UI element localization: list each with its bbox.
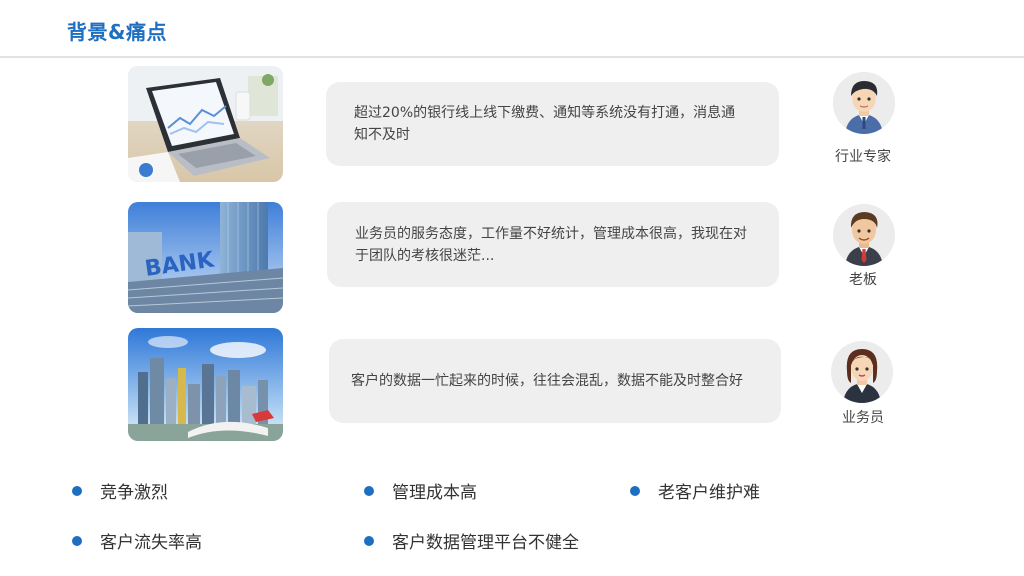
role-label-expert: 行业专家 <box>835 149 891 165</box>
page-title: 背景&痛点 <box>67 20 167 44</box>
keyword-label: 客户流失率高 <box>100 533 202 553</box>
boss-avatar <box>833 204 895 266</box>
statement-bubble-boss: 业务员的服务态度，工作量不好统计，管理成本很高，我现在对于团队的考核很迷茫... <box>327 202 779 287</box>
role-label-salesperson: 业务员 <box>842 410 884 426</box>
keyword-item: 客户流失率高 <box>72 528 202 553</box>
bullet-dot-icon <box>72 535 82 546</box>
keyword-label: 客户数据管理平台不健全 <box>392 533 579 553</box>
statement-text-expert: 超过20%的银行线上线下缴费、通知等系统没有打通，消息通知不及时 <box>354 105 736 143</box>
keyword-item: 客户数据管理平台不健全 <box>364 528 579 553</box>
bullet-dot-icon <box>72 485 82 496</box>
expert-avatar <box>833 72 895 134</box>
salesperson-avatar <box>831 341 893 403</box>
role-label-boss: 老板 <box>849 272 877 288</box>
keyword-label: 老客户维护难 <box>658 483 760 503</box>
keyword-label: 管理成本高 <box>392 483 477 503</box>
bullet-dot-icon <box>364 485 374 496</box>
keyword-label: 竞争激烈 <box>100 483 168 503</box>
laptop-photo <box>128 66 283 182</box>
bank-building-photo: BANK <box>128 202 283 313</box>
keyword-item: 管理成本高 <box>364 478 477 503</box>
bullet-dot-icon <box>630 485 640 496</box>
title-divider <box>0 56 1024 58</box>
statement-bubble-salesperson: 客户的数据一忙起来的时候，往往会混乱，数据不能及时整合好 <box>329 339 781 423</box>
bullet-dot-icon <box>364 535 374 546</box>
keyword-item: 竞争激烈 <box>72 478 168 503</box>
city-skyline-photo <box>128 328 283 441</box>
keyword-item: 老客户维护难 <box>630 478 760 503</box>
statement-bubble-expert: 超过20%的银行线上线下缴费、通知等系统没有打通，消息通知不及时 <box>326 82 779 166</box>
statement-text-salesperson: 客户的数据一忙起来的时候，往往会混乱，数据不能及时整合好 <box>351 373 743 389</box>
statement-text-boss: 业务员的服务态度，工作量不好统计，管理成本很高，我现在对于团队的考核很迷茫... <box>355 225 747 264</box>
